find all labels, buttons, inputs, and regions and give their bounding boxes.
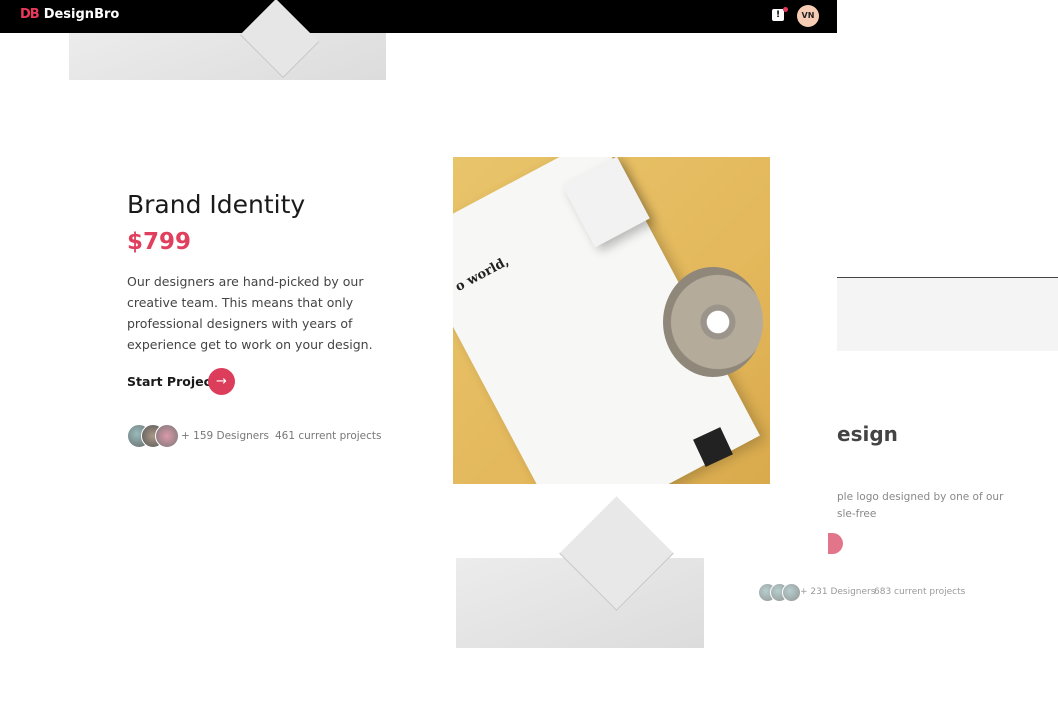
brand-name: DesignBro (43, 7, 120, 22)
third-card-image (456, 558, 704, 648)
card-title: Brand Identity (127, 190, 306, 219)
user-avatar[interactable]: VN (797, 5, 819, 27)
next-card-arrow-button[interactable] (828, 533, 843, 554)
designers-count: + 159 Designers (181, 430, 270, 442)
next-card-image (837, 277, 1058, 351)
designer-avatar (782, 583, 801, 602)
designer-avatars (127, 424, 179, 448)
start-project-link[interactable]: Start Project (127, 374, 217, 389)
arrow-right-icon[interactable]: → (208, 368, 235, 395)
brand-identity-image: o world, (453, 157, 770, 484)
projects-count: 461 current projects (275, 430, 382, 442)
notification-icon[interactable]: ! (772, 9, 784, 21)
previous-card-image (69, 33, 386, 80)
next-designers-count: + 231 Designers (800, 587, 876, 597)
logo[interactable]: DB DesignBro (20, 7, 119, 22)
card-description: Our designers are hand-picked by our cre… (127, 274, 373, 352)
next-designer-avatars (758, 583, 801, 602)
next-card-title: esign (837, 422, 898, 446)
notification-badge (783, 7, 788, 12)
tape-roll (663, 267, 763, 377)
next-card-description: ple logo designed by one of our sle-free (837, 491, 1004, 520)
designer-avatar (155, 424, 179, 448)
card-price: $799 (127, 229, 192, 255)
top-navbar (0, 0, 837, 33)
next-projects-count: 683 current projects (874, 587, 966, 597)
